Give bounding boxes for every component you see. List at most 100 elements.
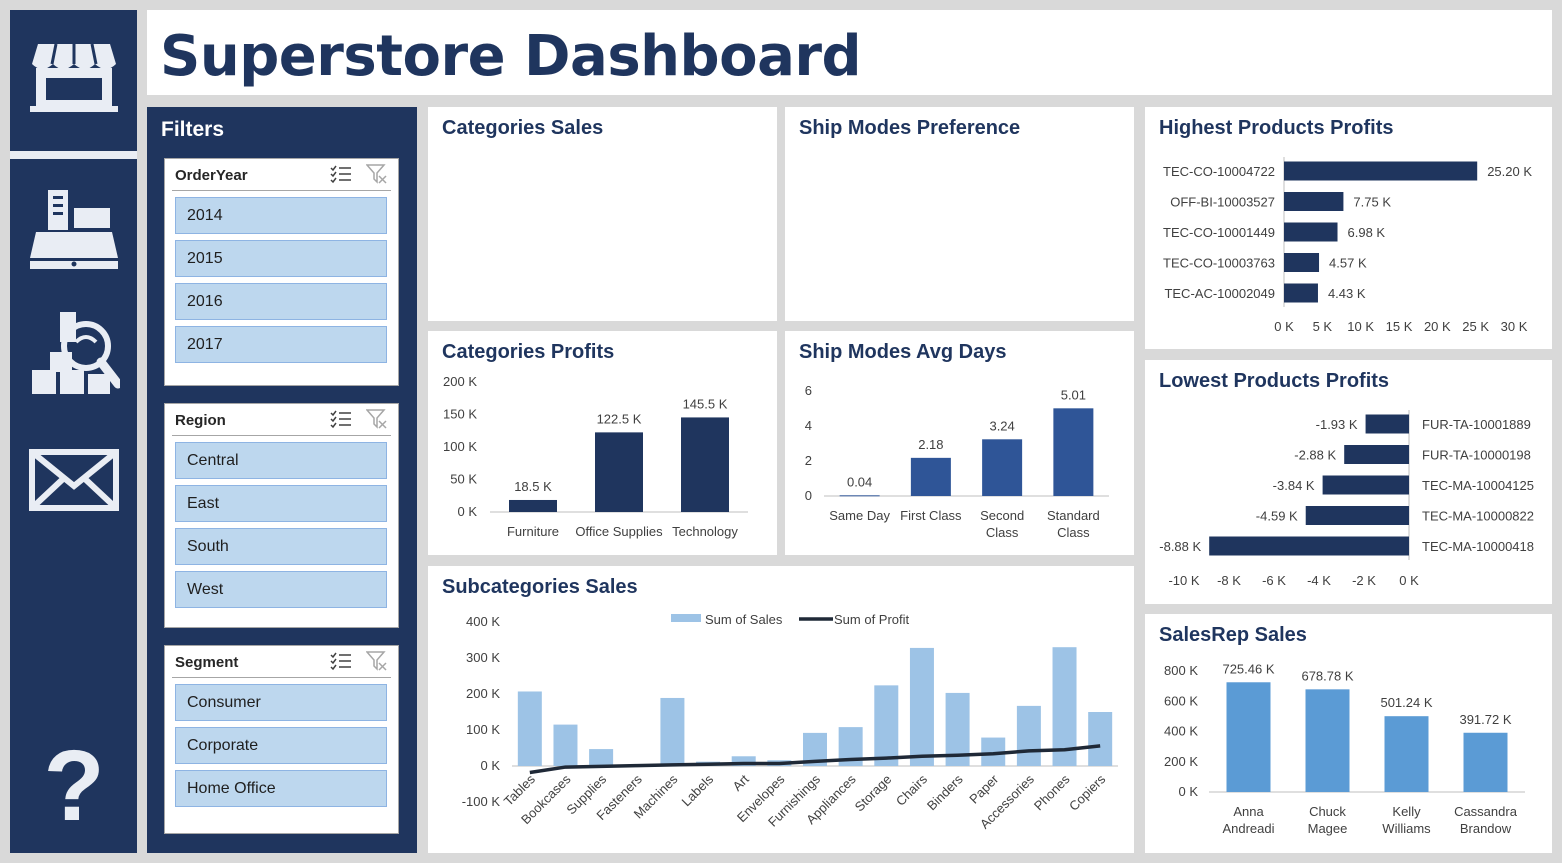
bar-data-label: -3.84 K [1273,478,1315,493]
bar [1365,414,1409,434]
title-bar: Superstore Dashboard [147,10,1552,95]
slicer-item-corporate[interactable]: Corporate [175,727,387,764]
inventory-search-icon[interactable] [28,312,120,394]
y-tick-label: 400 K [466,614,500,629]
y-tick-label: 0 K [480,758,500,773]
bar-data-label: 678.78 K [1301,668,1353,683]
y-tick-label: 50 K [450,472,477,487]
x-tick-label: Williams [1382,821,1431,836]
bar-data-label: 122.5 K [597,411,642,426]
x-tick-label: -2 K [1352,573,1376,588]
clear-filter-icon[interactable] [366,651,388,671]
slicer-item-south[interactable]: South [175,528,387,565]
highest-products-profits-chart: 0 K 5 K 10 K 15 K 20 K 25 K 30 K 25.20 K TEC-CO-… [1163,157,1532,334]
bar [839,495,880,497]
slicer-item-home-office[interactable]: Home Office [175,770,387,807]
y-tick-label: OFF-BI-10003527 [1170,195,1275,210]
x-tick-label: Class [1057,525,1090,540]
bar [595,432,643,512]
bar-data-label: -1.93 K [1316,417,1358,432]
bar [517,691,542,766]
slicer-item-consumer[interactable]: Consumer [175,684,387,721]
multi-select-icon[interactable] [330,409,352,429]
slicer-item-2017[interactable]: 2017 [175,326,387,363]
clear-filter-icon[interactable] [366,164,388,184]
cash-register-icon[interactable] [28,188,120,270]
slicer-item-east[interactable]: East [175,485,387,522]
bar [1284,253,1320,272]
segment-slicer: Segment Consumer Corporate Home Office [164,645,399,834]
multi-select-icon[interactable] [330,651,352,671]
x-tick-label: Andreadi [1222,821,1274,836]
ship-modes-preference-chart: 11%24%27%38%Same DayFirst ClassSecond Cl… [785,107,1134,321]
highest-products-profits-card: Highest Products Profits 0 K5 K 10 K 15 K2… [1145,107,1552,349]
bar-data-label: -2.88 K [1294,448,1336,463]
bar-data-label: 145.5 K [683,396,728,411]
legend-swatch [671,614,701,622]
x-tick-label: Phones [1031,771,1073,813]
legend-label: Sum of Sales [705,612,783,627]
x-tick-label: -10 K [1168,573,1199,588]
y-tick-label: 2 [805,453,812,468]
slicer-item-2014[interactable]: 2014 [175,197,387,234]
nav-separator [10,151,137,159]
ship-modes-preference-card: Ship Modes Preference 11%24%27%38%Same D… [785,107,1134,321]
help-icon[interactable]: ? [28,740,120,822]
x-tick-label: 30 K [1501,319,1528,334]
bar [589,749,614,766]
ship-modes-avg-days-card: Ship Modes Avg Days 0 2 4 6 0.04 Same Day 2.18… [785,331,1134,555]
x-tick-label: Chuck [1309,804,1346,819]
y-tick-label: 400 K [1164,724,1198,739]
lowest-products-profits-card: Lowest Products Profits -10 K -8 K -6 K -4 … [1145,360,1552,604]
y-tick-label: 300 K [466,650,500,665]
mail-icon[interactable] [28,448,120,530]
bar-data-label: 4.57 K [1329,256,1367,271]
y-tick-label: TEC-AC-10002049 [1164,286,1275,301]
multi-select-icon[interactable] [330,164,352,184]
y-tick-label: 200 K [443,374,477,389]
bar [1284,283,1318,303]
bar [1305,689,1350,792]
bar-data-label: 25.20 K [1487,164,1532,179]
bar [1209,536,1409,556]
bar-data-label: 5.01 [1061,387,1086,402]
y-tick-label: FUR-TA-10000198 [1422,448,1531,463]
region-slicer: Region Central East South West [164,403,399,628]
subcategories-sales-card: Subcategories Sales -100 K0 K 100 K 200 K3… [428,566,1134,853]
x-tick-label: Class [986,525,1019,540]
bar-data-label: 0.04 [847,474,872,489]
x-tick-label: Copiers [1066,771,1109,814]
x-tick-label: Art [729,771,752,794]
bar-data-label: 725.46 K [1222,661,1274,676]
bar [909,647,934,766]
y-tick-label: 4 [805,418,812,433]
nav-sidebar: ? [10,10,137,853]
slicer-header: OrderYear [175,167,248,184]
bar [1226,682,1271,792]
slicer-item-2016[interactable]: 2016 [175,283,387,320]
bar [1384,716,1429,792]
store-icon[interactable] [28,30,120,112]
clear-filter-icon[interactable] [366,409,388,429]
salesrep-sales-card: SalesRep Sales 0 K 200 K 400 K 600 K 800 K 72… [1145,614,1552,853]
x-tick-label: Magee [1308,821,1348,836]
slicer-item-2015[interactable]: 2015 [175,240,387,277]
y-tick-label: TEC-CO-10003763 [1163,256,1275,271]
x-tick-label: Cassandra [1454,804,1518,819]
slicer-item-west[interactable]: West [175,571,387,608]
y-tick-label: 800 K [1164,663,1198,678]
slicer-header: Region [175,412,226,429]
y-tick-label: 200 K [466,686,500,701]
slicer-item-central[interactable]: Central [175,442,387,479]
bar-data-label: 3.24 [989,418,1014,433]
y-tick-label: TEC-MA-10000822 [1422,509,1534,524]
x-tick-label: First Class [900,508,962,523]
x-tick-label: -6 K [1262,573,1286,588]
bar-data-label: 4.43 K [1328,286,1366,301]
legend-label: Sum of Profit [834,612,910,627]
x-tick-label: 10 K [1347,319,1374,334]
x-tick-label: 5 K [1313,319,1333,334]
bar-data-label: 18.5 K [514,479,552,494]
y-tick-label: TEC-CO-10001449 [1163,225,1275,240]
y-tick-label: TEC-CO-10004722 [1163,164,1275,179]
